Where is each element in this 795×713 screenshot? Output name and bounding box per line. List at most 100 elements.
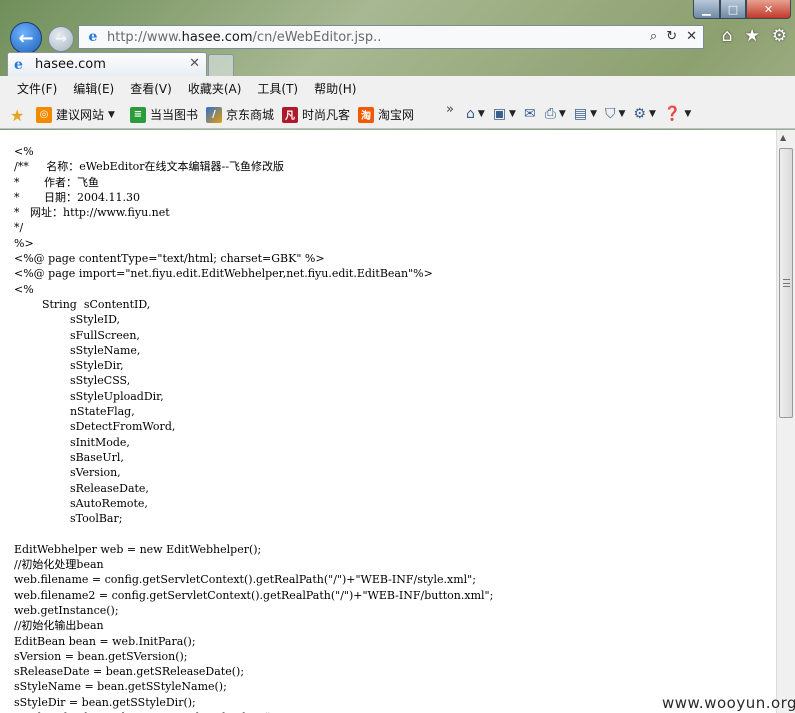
address-bar[interactable]: e http://www.hasee.com/cn/eWebEditor.jsp… [78,25,704,49]
code-line: sVersion, [14,466,121,480]
code-line: sStyleDir, [14,359,124,373]
dropdown-arrow-icon[interactable]: ▼ [509,109,516,119]
browser-right-icons: ⌂ ★ ⚙ [722,26,787,46]
tools-gear-icon[interactable]: ⚙ ▼ [633,105,663,123]
url-prefix: http://www. [107,29,182,45]
fav-label: 淘宝网 [378,108,415,122]
code-line: web.filename = config.getServletContext(… [14,573,476,587]
navigation-bar: ← → e http://www.hasee.com/cn/eWebEditor… [0,22,795,54]
menu-bar: 文件(F) 编辑(E) 查看(V) 收藏夹(A) 工具(T) 帮助(H) [0,76,795,100]
code-line: <%@ page contentType="text/html; charset… [14,252,325,266]
tab-hasee[interactable]: e hasee.com ✕ [7,52,207,76]
menu-file[interactable]: 文件(F) [17,80,57,97]
print-icon[interactable]: ⎙ ▼ [545,105,574,123]
menu-favorites[interactable]: 收藏夹(A) [188,80,242,97]
code-line: sDetectFromWord, [14,420,176,434]
dropdown-arrow-icon[interactable]: ▼ [590,109,597,119]
code-line: sVersion = bean.getSVersion(); [14,649,188,663]
fav-vancl[interactable]: 凡 时尚凡客 [282,106,350,123]
ie-page-icon: e [88,29,98,45]
url-path: /cn/eWebEditor.jsp.. [252,29,382,45]
safety-shield-icon[interactable]: ⛉ ▼ [605,105,633,123]
maximize-button[interactable]: □ [720,0,746,19]
code-line: * 作者：飞鱼 [14,175,99,189]
code-line: web.filename2 = config.getServletContext… [14,588,494,602]
dropdown-arrow-icon[interactable]: ▼ [684,109,691,119]
refresh-icon[interactable]: ↻ [666,29,677,44]
taobao-icon: 淘 [358,106,374,123]
forward-button[interactable]: → [48,26,74,52]
back-button[interactable]: ← [10,22,42,54]
rss-feed-icon[interactable]: ▣ ▼ [493,105,524,123]
page-content: <% /** 名称：eWebEditor在线文本编辑器--飞鱼修改版 * 作者：飞鱼… [0,130,776,713]
search-icon[interactable]: ⌕ [650,29,657,44]
code-line: sInitMode, [14,435,130,449]
code-line: nStateFlag, [14,405,135,419]
code-line: /** 名称：eWebEditor在线文本编辑器--飞鱼修改版 [14,160,284,174]
code-line: EditBean bean = web.InitPara(); [14,634,196,648]
help-icon[interactable]: ❓ ▼ [664,105,699,123]
menu-tools[interactable]: 工具(T) [257,80,298,97]
code-line: //初始化处理bean [14,558,104,572]
code-line: sStyleCSS, [14,374,131,388]
suggested-sites-icon: ◎ [36,106,52,123]
favbar-more-icon[interactable]: » [446,102,454,117]
dropdown-arrow-icon[interactable]: ▼ [559,109,566,119]
code-line: sStyleName, [14,343,141,357]
new-tab-button[interactable] [208,54,234,76]
fav-dangdang[interactable]: ≡ 当当图书 [130,106,198,123]
menu-help[interactable]: 帮助(H) [314,80,356,97]
fav-taobao[interactable]: 淘 淘宝网 [358,106,414,123]
mail-icon[interactable]: ✉ [524,105,545,123]
code-line: sStyleDir = bean.getSStyleDir(); [14,695,196,709]
scroll-up-arrow-icon[interactable]: ▲ [780,133,786,142]
home-icon[interactable]: ⌂ ▼ [466,105,493,123]
code-line: * 日期：2004.11.30 [14,190,140,204]
code-line: sToolBar; [14,512,123,526]
code-line: %> [14,236,34,250]
stop-icon[interactable]: ✕ [686,29,697,44]
code-line: sStyleUploadDir, [14,389,164,403]
vancl-icon: 凡 [282,106,298,123]
favorites-star-icon[interactable]: ★ [745,26,760,46]
scrollbar-thumb[interactable] [779,148,793,418]
add-favorites-star-icon[interactable]: ★ [10,106,24,125]
fav-suggested-sites[interactable]: ◎ 建议网站 ▼ [36,106,115,123]
code-line: */ [14,221,24,235]
close-button[interactable]: ✕ [746,0,791,19]
code-line: sBaseUrl, [14,450,124,464]
code-line: <% [14,282,34,296]
code-line: EditWebhelper web = new EditWebhelper(); [14,542,262,556]
page-icon[interactable]: ▤ ▼ [574,105,605,123]
minimize-button[interactable]: ▁ [693,0,720,19]
fav-label: 京东商城 [226,108,275,122]
favorites-bar: ★ ◎ 建议网站 ▼ ≡ 当当图书 / 京东商城 凡 时尚凡客 淘 淘宝网 » … [0,100,795,129]
close-tab-icon[interactable]: ✕ [189,56,200,71]
dropdown-arrow-icon[interactable]: ▼ [108,110,115,120]
menu-edit[interactable]: 编辑(E) [73,80,114,97]
address-url[interactable]: http://www.hasee.com/cn/eWebEditor.jsp.. [107,30,381,45]
vertical-scrollbar[interactable]: ▲ [776,130,795,713]
watermark: www.wooyun.org [662,694,795,712]
home-icon[interactable]: ⌂ [722,26,733,46]
menu-view[interactable]: 查看(V) [130,80,172,97]
grip-icon [783,279,790,287]
dropdown-arrow-icon[interactable]: ▼ [649,109,656,119]
code-line: sStyleName = bean.getSStyleName(); [14,680,227,694]
code-line: sFullScreen, [14,328,140,342]
tab-bar: e hasee.com ✕ [0,52,795,76]
command-bar: ⌂ ▼ ▣ ▼ ✉ ⎙ ▼ ▤ ▼ ⛉ ▼ ⚙ ▼ ❓ ▼ [466,105,699,123]
tab-label: hasee.com [35,57,106,72]
code-line: sStyleID, [14,313,121,327]
ie-page-icon: e [14,56,23,73]
gear-icon[interactable]: ⚙ [772,26,787,46]
title-bar: ▁ □ ✕ [0,0,795,22]
source-code: <% /** 名称：eWebEditor在线文本编辑器--飞鱼修改版 * 作者：飞鱼… [14,144,493,713]
dropdown-arrow-icon[interactable]: ▼ [618,109,625,119]
dropdown-arrow-icon[interactable]: ▼ [478,109,485,119]
code-line: sReleaseDate, [14,481,149,495]
code-line: <%@ page import="net.fiyu.edit.EditWebhe… [14,267,433,281]
code-line: String sContentID, [14,297,151,311]
fav-jd[interactable]: / 京东商城 [206,106,274,123]
